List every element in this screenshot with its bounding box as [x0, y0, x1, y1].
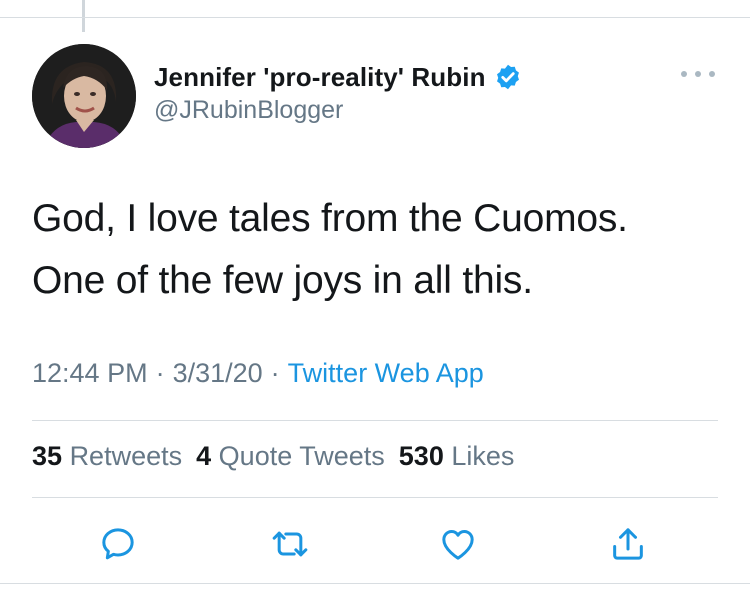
retweets-count: 35 — [32, 441, 63, 471]
more-dot — [695, 71, 701, 77]
tweet-line: God, I love tales from the Cuomos. — [32, 197, 628, 240]
retweets-stat[interactable]: 35 Retweets — [32, 441, 182, 471]
tweet-meta: 12:44 PM · 3/31/20 · Twitter Web App — [32, 358, 484, 389]
share-icon — [613, 528, 643, 560]
bottom-divider — [0, 583, 750, 584]
handle[interactable]: @JRubinBlogger — [154, 96, 343, 125]
profile-photo-icon — [32, 44, 136, 148]
quote-tweets-label: Quote Tweets — [218, 441, 385, 471]
tweet-source-link[interactable]: Twitter Web App — [288, 358, 484, 388]
separator: · — [270, 358, 280, 388]
likes-count: 530 — [398, 441, 444, 471]
like-button[interactable] — [434, 520, 482, 568]
tweet-text: God, I love tales from the Cuomos. One o… — [32, 188, 722, 312]
share-button[interactable] — [604, 520, 652, 568]
quote-tweets-stat[interactable]: 4 Quote Tweets — [196, 441, 385, 471]
thread-line — [82, 0, 85, 32]
tweet-time[interactable]: 12:44 PM — [32, 358, 148, 388]
retweet-button[interactable] — [266, 520, 314, 568]
top-divider — [0, 17, 750, 18]
avatar[interactable] — [32, 44, 136, 148]
likes-stat[interactable]: 530 Likes — [399, 441, 515, 471]
quote-tweets-count: 4 — [196, 441, 212, 471]
verified-badge-icon — [496, 64, 519, 90]
retweet-icon — [272, 531, 308, 557]
likes-label: Likes — [451, 441, 515, 471]
more-dot — [681, 71, 687, 77]
divider — [32, 420, 718, 421]
display-name[interactable]: Jennifer 'pro-reality' Rubin — [154, 62, 486, 93]
tweet-line: One of the few joys in all this. — [32, 259, 533, 302]
like-icon — [442, 530, 474, 560]
retweets-label: Retweets — [69, 441, 183, 471]
action-bar — [0, 520, 750, 568]
engagement-stats: 35 Retweets 4 Quote Tweets 530 Likes — [32, 441, 514, 472]
reply-icon — [102, 528, 134, 560]
tweet-date[interactable]: 3/31/20 — [173, 358, 263, 388]
more-dot — [709, 71, 715, 77]
more-options-icon[interactable] — [681, 64, 715, 84]
reply-button[interactable] — [94, 520, 142, 568]
author-name-row: Jennifer 'pro-reality' Rubin — [154, 60, 522, 94]
divider — [32, 497, 718, 498]
separator: · — [155, 358, 165, 388]
